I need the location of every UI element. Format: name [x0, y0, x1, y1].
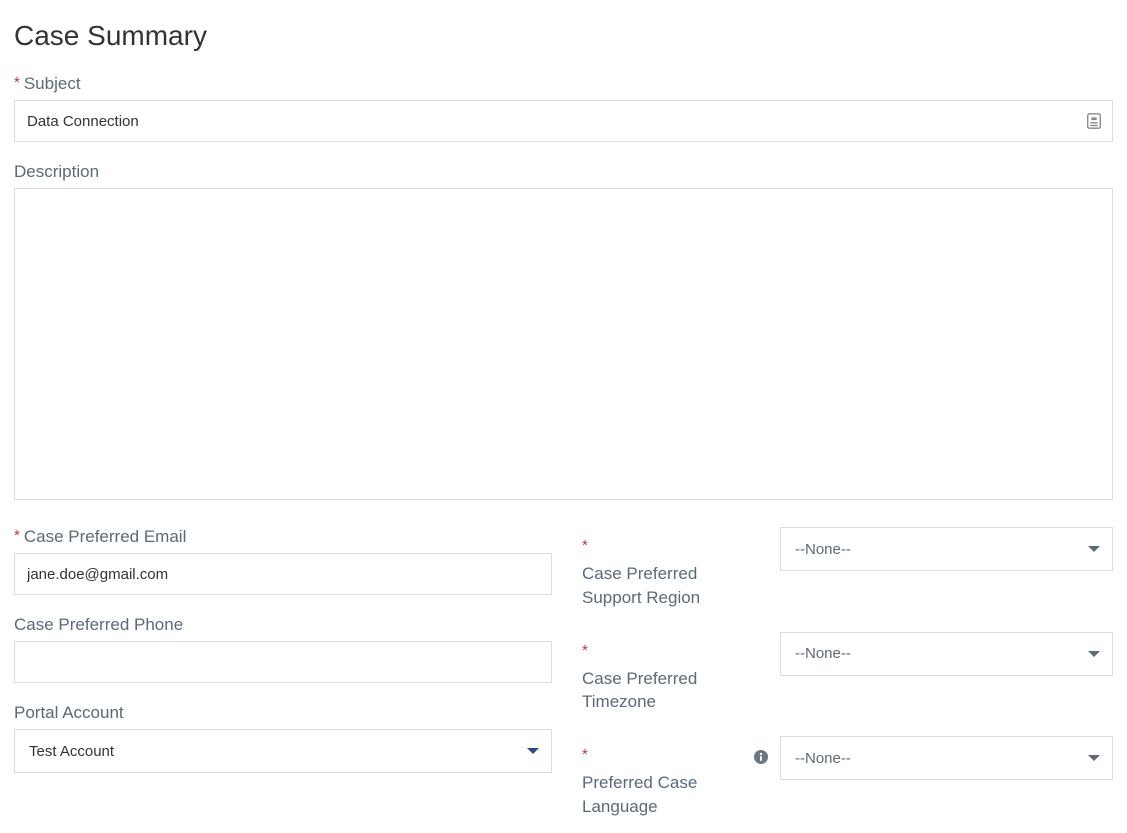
description-field: Description [14, 162, 1113, 505]
language-field: * Preferred Case Language --None-- [582, 736, 1113, 819]
phone-label: Case Preferred Phone [14, 615, 552, 635]
language-label: * Preferred Case Language [582, 746, 742, 819]
portal-account-label-text: Portal Account [14, 703, 124, 723]
timezone-select-wrapper: --None-- [780, 632, 1113, 676]
phone-field: Case Preferred Phone [14, 615, 552, 683]
subject-label: * Subject [14, 74, 1113, 94]
timezone-selected-value: --None-- [795, 645, 851, 662]
required-asterisk: * [14, 527, 20, 544]
description-label-text: Description [14, 162, 99, 182]
required-asterisk: * [582, 744, 588, 765]
lower-fields-grid: * Case Preferred Email Case Preferred Ph… [14, 527, 1113, 819]
portal-account-field: Portal Account Test Account [14, 703, 552, 773]
subject-field: * Subject [14, 74, 1113, 142]
required-asterisk: * [14, 74, 20, 91]
subject-label-text: Subject [24, 74, 81, 94]
subject-lookup-icon[interactable] [1085, 112, 1103, 130]
chevron-down-icon [1088, 651, 1100, 657]
support-region-select-wrapper: --None-- [780, 527, 1113, 571]
info-slot-empty [752, 539, 770, 557]
email-input[interactable] [14, 553, 552, 595]
language-selected-value: --None-- [795, 750, 851, 767]
email-label-text: Case Preferred Email [24, 527, 187, 547]
support-region-label: * Case Preferred Support Region [582, 537, 742, 610]
required-asterisk: * [582, 535, 588, 556]
language-select[interactable]: --None-- [780, 736, 1113, 780]
timezone-label-text: Case Preferred Timezone [582, 667, 742, 715]
subject-input-wrapper [14, 100, 1113, 142]
portal-account-selected-value: Test Account [29, 743, 114, 760]
support-region-select[interactable]: --None-- [780, 527, 1113, 571]
language-select-wrapper: --None-- [780, 736, 1113, 780]
description-label: Description [14, 162, 1113, 182]
language-label-text: Preferred Case Language [582, 771, 742, 819]
timezone-label: * Case Preferred Timezone [582, 642, 742, 715]
email-label: * Case Preferred Email [14, 527, 552, 547]
phone-input[interactable] [14, 641, 552, 683]
support-region-selected-value: --None-- [795, 541, 851, 558]
chevron-down-icon [527, 748, 539, 754]
phone-label-text: Case Preferred Phone [14, 615, 183, 635]
timezone-select[interactable]: --None-- [780, 632, 1113, 676]
support-region-label-text: Case Preferred Support Region [582, 562, 742, 610]
subject-input[interactable] [14, 100, 1113, 142]
right-column: * Case Preferred Support Region --None--… [582, 527, 1113, 819]
required-asterisk: * [582, 640, 588, 661]
portal-account-select-wrapper: Test Account [14, 729, 552, 773]
chevron-down-icon [1088, 755, 1100, 761]
timezone-field: * Case Preferred Timezone --None-- [582, 632, 1113, 715]
description-textarea[interactable] [14, 188, 1113, 500]
page-title: Case Summary [14, 20, 1113, 52]
support-region-field: * Case Preferred Support Region --None-- [582, 527, 1113, 610]
chevron-down-icon [1088, 546, 1100, 552]
left-column: * Case Preferred Email Case Preferred Ph… [14, 527, 552, 819]
portal-account-label: Portal Account [14, 703, 552, 723]
language-info-icon[interactable] [752, 748, 770, 766]
portal-account-select[interactable]: Test Account [14, 729, 552, 773]
info-slot-empty [752, 644, 770, 662]
email-field: * Case Preferred Email [14, 527, 552, 595]
